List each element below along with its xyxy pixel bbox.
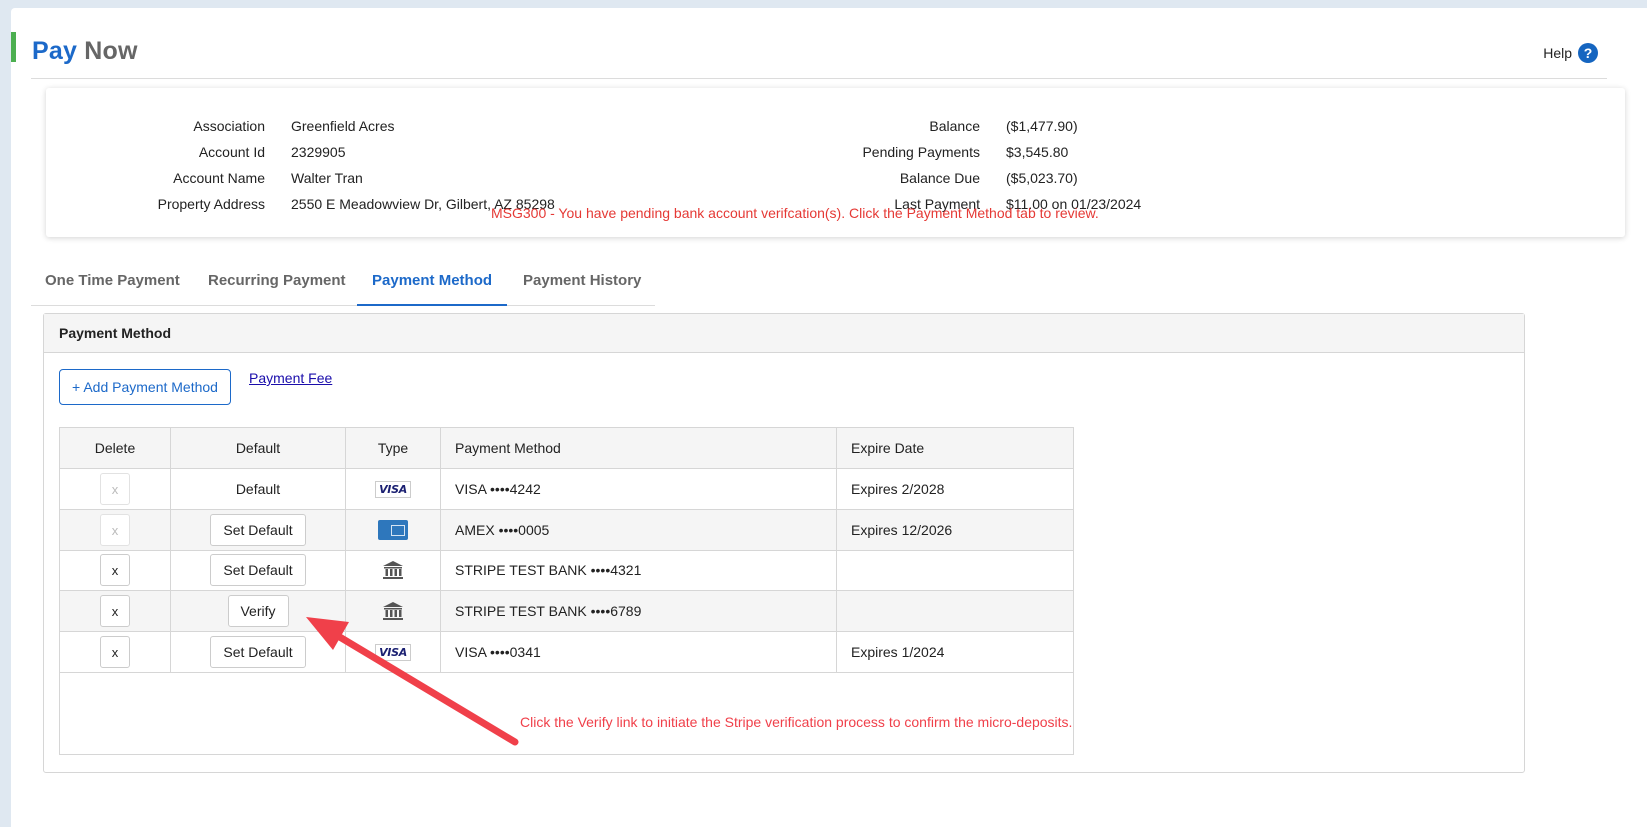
column-header-delete: Delete	[60, 428, 171, 468]
payment-method-cell: STRIPE TEST BANK ••••4321	[441, 550, 837, 590]
header-divider	[31, 78, 1607, 79]
delete-button: x	[100, 473, 130, 505]
type-cell	[346, 550, 441, 590]
table-row: x Set Default AMEX ••••0005 Expires 12/2…	[60, 510, 1073, 551]
payment-method-panel: Payment Method + Add Payment Method Paym…	[43, 313, 1525, 773]
balance-due-label: Balance Due	[899, 170, 980, 186]
page-title: Pay Now	[32, 37, 138, 66]
title-accent-bar	[11, 32, 16, 62]
table-row: x Set Default STRIPE TEST BANK ••••4321	[60, 550, 1073, 591]
set-default-button[interactable]: Set Default	[210, 636, 306, 668]
tab-payment-history[interactable]: Payment History	[523, 263, 641, 304]
delete-button: x	[100, 514, 130, 546]
column-header-type: Type	[346, 428, 441, 468]
association-value: Greenfield Acres	[291, 118, 395, 134]
page-title-primary: Pay	[32, 37, 78, 65]
delete-button[interactable]: x	[100, 595, 130, 627]
amex-icon	[378, 520, 408, 540]
question-circle-icon[interactable]: ?	[1578, 43, 1598, 63]
default-cell: Default	[171, 469, 346, 509]
account-id-value: 2329905	[291, 144, 346, 160]
account-name-label: Account Name	[173, 170, 265, 186]
table-row: x Set Default VISA VISA ••••0341 Expires…	[60, 632, 1073, 673]
payment-method-cell: STRIPE TEST BANK ••••6789	[441, 591, 837, 631]
account-id-label: Account Id	[198, 144, 265, 160]
default-cell: Set Default	[171, 632, 346, 672]
page-title-secondary: Now	[84, 37, 138, 65]
payment-methods-table: Delete Default Type Payment Method Expir…	[59, 427, 1074, 755]
bank-icon	[383, 561, 403, 579]
type-cell: VISA	[346, 632, 441, 672]
payment-fee-link[interactable]: Payment Fee	[249, 370, 332, 386]
add-payment-method-button[interactable]: + Add Payment Method	[59, 369, 231, 405]
account-name-value: Walter Tran	[291, 170, 363, 186]
verify-button[interactable]: Verify	[227, 595, 289, 627]
table-row: x Default VISA VISA ••••4242 Expires 2/2…	[60, 469, 1073, 510]
type-cell	[346, 591, 441, 631]
payment-method-cell: VISA ••••4242	[441, 469, 837, 509]
table-row: x Verify STRIPE TEST BANK ••••6789	[60, 591, 1073, 632]
pending-payments-label: Pending Payments	[862, 144, 980, 160]
delete-cell: x	[60, 469, 171, 509]
delete-cell: x	[60, 632, 171, 672]
help-link[interactable]: Help ?	[1543, 43, 1598, 63]
delete-button[interactable]: x	[100, 554, 130, 586]
panel-title: Payment Method	[44, 314, 1524, 353]
expire-date-cell	[837, 550, 1073, 590]
default-cell: Set Default	[171, 510, 346, 550]
column-header-expire-date: Expire Date	[851, 440, 925, 456]
default-cell: Set Default	[171, 550, 346, 590]
delete-cell: x	[60, 550, 171, 590]
table-header-row: Delete Default Type Payment Method Expir…	[60, 428, 1073, 469]
expire-date-cell: Expires 2/2028	[851, 481, 945, 497]
balance-label: Balance	[929, 118, 980, 134]
page: Pay Now Help ? Association Greenfield Ac…	[11, 8, 1647, 827]
payment-method-cell: VISA ••••0341	[441, 632, 837, 672]
bank-icon	[383, 602, 403, 620]
balance-value: ($1,477.90)	[1006, 118, 1078, 134]
property-address-label: Property Address	[157, 196, 265, 212]
payment-method-cell: AMEX ••••0005	[441, 510, 837, 550]
account-summary-card: Association Greenfield Acres Account Id …	[46, 88, 1625, 237]
column-header-default: Default	[171, 428, 346, 468]
balance-due-value: ($5,023.70)	[1006, 170, 1078, 186]
visa-icon: VISA	[375, 643, 411, 661]
pending-payments-value: $3,545.80	[1006, 144, 1069, 160]
association-label: Association	[193, 118, 265, 134]
expire-date-cell	[837, 591, 1073, 631]
help-label[interactable]: Help	[1543, 45, 1572, 61]
delete-cell: x	[60, 591, 171, 631]
tab-recurring-payment[interactable]: Recurring Payment	[208, 263, 346, 304]
tab-one-time-payment[interactable]: One Time Payment	[45, 263, 180, 304]
default-cell: Verify	[171, 591, 346, 631]
set-default-button[interactable]: Set Default	[210, 514, 306, 546]
tab-payment-method[interactable]: Payment Method	[357, 263, 508, 306]
type-cell: VISA	[346, 469, 441, 509]
delete-cell: x	[60, 510, 171, 550]
pending-verification-message: MSG300 - You have pending bank account v…	[491, 205, 1099, 221]
set-default-button[interactable]: Set Default	[210, 554, 306, 586]
column-header-payment-method: Payment Method	[441, 428, 837, 468]
type-cell	[346, 510, 441, 550]
visa-icon: VISA	[375, 480, 411, 498]
tab-bar: One Time Payment Recurring Payment Payme…	[31, 263, 655, 306]
delete-button[interactable]: x	[100, 636, 130, 668]
expire-date-cell: Expires 1/2024	[851, 644, 945, 660]
annotation-text: Click the Verify link to initiate the St…	[520, 714, 1073, 730]
expire-date-cell: Expires 12/2026	[851, 522, 953, 538]
